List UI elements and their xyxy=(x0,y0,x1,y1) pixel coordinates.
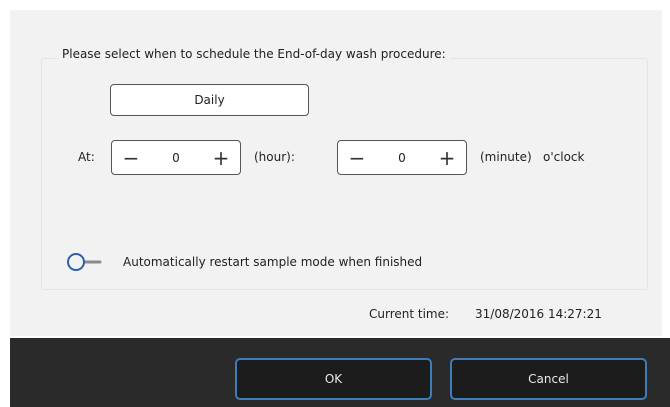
frequency-button[interactable]: Daily xyxy=(110,84,309,116)
cancel-button[interactable]: Cancel xyxy=(450,358,647,400)
toggle-off-icon xyxy=(67,253,102,271)
current-time-label: Current time: xyxy=(369,307,450,321)
minute-stepper: − 0 + xyxy=(337,140,467,175)
minute-increment-button[interactable]: + xyxy=(432,141,462,174)
hour-unit-label: (hour): xyxy=(254,150,295,164)
schedule-prompt: Please select when to schedule the End-o… xyxy=(58,47,450,61)
hour-stepper: − 0 + xyxy=(111,140,241,175)
auto-restart-label: Automatically restart sample mode when f… xyxy=(123,255,423,269)
hour-increment-button[interactable]: + xyxy=(206,141,236,174)
auto-restart-toggle[interactable] xyxy=(66,251,102,273)
at-label: At: xyxy=(78,150,95,164)
hour-value[interactable]: 0 xyxy=(152,141,200,174)
minute-decrement-button[interactable]: − xyxy=(342,141,372,174)
oclock-label: o'clock xyxy=(543,150,585,164)
minute-value[interactable]: 0 xyxy=(378,141,426,174)
current-time-value: 31/08/2016 14:27:21 xyxy=(475,307,602,321)
hour-decrement-button[interactable]: − xyxy=(116,141,146,174)
minute-unit-label: (minute) xyxy=(480,150,532,164)
ok-button[interactable]: OK xyxy=(235,358,432,400)
